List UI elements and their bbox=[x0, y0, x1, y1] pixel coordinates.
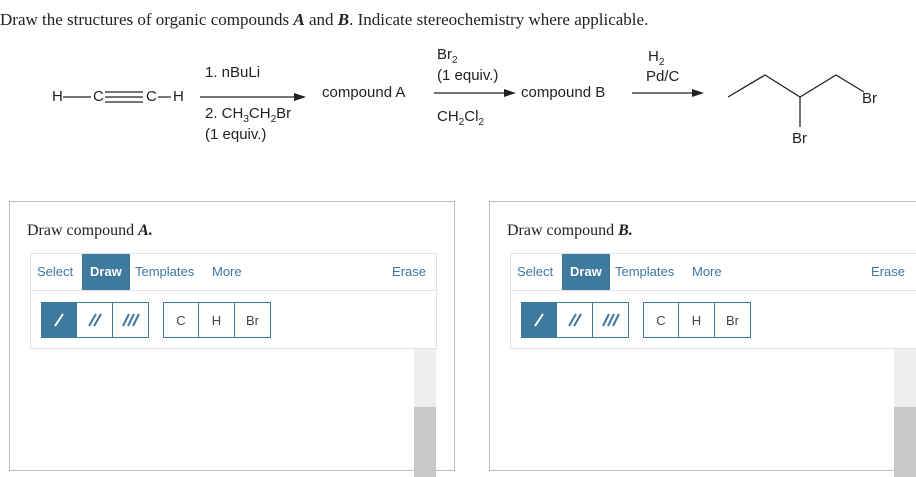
step2-bromine: Br2 bbox=[437, 46, 458, 66]
panel-a-scroll-thumb[interactable] bbox=[414, 407, 436, 477]
panel-b-toolbar: Select Draw Templates More Erase bbox=[510, 253, 916, 291]
triple-bond-icon[interactable] bbox=[593, 302, 629, 338]
single-bond-icon[interactable] bbox=[41, 302, 77, 338]
bond-tools bbox=[521, 302, 629, 338]
step1-reagent-1: 1. nBuLi bbox=[205, 64, 261, 81]
panel-a-title-prefix: Draw compound bbox=[27, 222, 139, 239]
select-tab[interactable]: Select bbox=[31, 254, 79, 290]
double-bond-icon[interactable] bbox=[557, 302, 593, 338]
atom-bromine-button[interactable]: Br bbox=[715, 302, 751, 338]
triple-bond-icon[interactable] bbox=[113, 302, 149, 338]
atom-bromine-button[interactable]: Br bbox=[235, 302, 271, 338]
erase-button[interactable]: Erase bbox=[865, 254, 911, 290]
question-compound-b: B bbox=[337, 10, 350, 29]
product-br-terminal: Br bbox=[862, 90, 877, 107]
step2-solv-sub2: 2 bbox=[478, 117, 484, 128]
panel-b-title: Draw compound B. bbox=[507, 222, 633, 240]
draw-panel-a: Draw compound A. Select Draw Templates M… bbox=[9, 201, 455, 477]
atom-tools: C H Br bbox=[643, 302, 751, 338]
question-compound-a: A bbox=[293, 10, 305, 29]
panel-b-title-letter: B. bbox=[618, 222, 633, 239]
atom-hydrogen-button[interactable]: H bbox=[679, 302, 715, 338]
product-br-branch: Br bbox=[792, 130, 807, 147]
reaction-scheme: H C C H 1. nBuLi 2. CH3CH2Br (1 equiv.) … bbox=[0, 40, 916, 190]
draw-tab[interactable]: Draw bbox=[82, 254, 130, 290]
step3-h-text: H bbox=[648, 48, 659, 65]
step1-reagent-3: (1 equiv.) bbox=[205, 126, 267, 143]
step3-catalyst: Pd/C bbox=[646, 68, 680, 85]
panel-b-tools: C H Br bbox=[510, 291, 916, 349]
panel-a-toolbar: Select Draw Templates More Erase bbox=[30, 253, 437, 291]
step1-r2-prefix: 2. CH bbox=[205, 105, 244, 122]
bond-tools bbox=[41, 302, 149, 338]
step2-equiv: (1 equiv.) bbox=[437, 67, 499, 84]
more-tab[interactable]: More bbox=[206, 254, 248, 290]
panel-a-title: Draw compound A. bbox=[27, 222, 153, 240]
atom-tools: C H Br bbox=[163, 302, 271, 338]
compound-b-label: compound B bbox=[521, 84, 606, 101]
atom-carbon-button[interactable]: C bbox=[163, 302, 199, 338]
step1-r2-suffix: Br bbox=[276, 105, 292, 122]
atom-hydrogen-button[interactable]: H bbox=[199, 302, 235, 338]
step1-reagent-2: 2. CH3CH2Br bbox=[205, 105, 291, 125]
compound-a-label: compound A bbox=[322, 84, 406, 101]
erase-button[interactable]: Erase bbox=[386, 254, 432, 290]
templates-tab[interactable]: Templates bbox=[609, 254, 680, 290]
double-bond-icon[interactable] bbox=[77, 302, 113, 338]
step3-hydrogen: H2 bbox=[648, 48, 664, 68]
panel-a-scrollbar[interactable] bbox=[414, 349, 436, 477]
atom-carbon-button[interactable]: C bbox=[643, 302, 679, 338]
question-prefix: Draw the structures of organic compounds bbox=[0, 10, 294, 29]
draw-panel-b: Draw compound B. Select Draw Templates M… bbox=[489, 201, 916, 477]
panel-a-tools: C H Br bbox=[30, 291, 437, 349]
step2-solv-mid: Cl bbox=[464, 108, 479, 125]
step2-solv-prefix: CH bbox=[437, 108, 459, 125]
single-bond-icon[interactable] bbox=[521, 302, 557, 338]
draw-tab[interactable]: Draw bbox=[562, 254, 610, 290]
panel-a-title-letter: A. bbox=[138, 222, 153, 239]
panel-b-title-prefix: Draw compound bbox=[507, 222, 619, 239]
select-tab[interactable]: Select bbox=[511, 254, 559, 290]
panel-b-scroll-thumb[interactable] bbox=[894, 407, 916, 477]
step3-h-sub: 2 bbox=[658, 57, 665, 68]
templates-tab[interactable]: Templates bbox=[129, 254, 200, 290]
question-suffix: . Indicate stereochemistry where applica… bbox=[349, 10, 649, 29]
more-tab[interactable]: More bbox=[686, 254, 728, 290]
step1-r2-mid: CH bbox=[248, 105, 271, 122]
question-text: Draw the structures of organic compounds… bbox=[0, 10, 648, 30]
step2-br-text: Br bbox=[437, 46, 452, 63]
panel-b-scrollbar[interactable] bbox=[894, 349, 916, 477]
step2-solvent: CH2Cl2 bbox=[437, 108, 484, 128]
step2-br-sub: 2 bbox=[452, 55, 458, 66]
question-and: and bbox=[304, 10, 338, 29]
